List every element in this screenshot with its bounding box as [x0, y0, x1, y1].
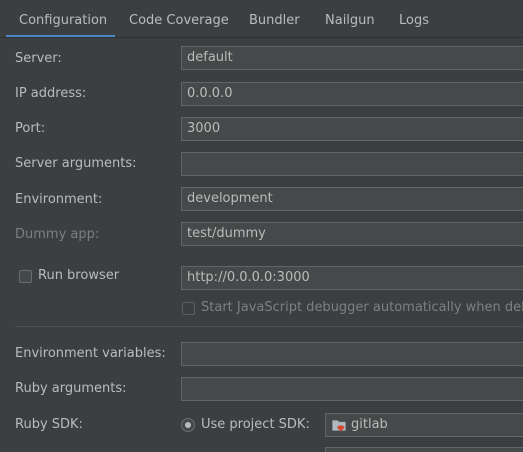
- js-debugger-label: Start JavaScript debugger automatically …: [201, 300, 523, 315]
- port-label: Port:: [15, 121, 46, 136]
- server-arguments-label: Server arguments:: [15, 156, 137, 171]
- server-label: Server:: [15, 51, 62, 66]
- tab-bar: Configuration Code Coverage Bundler Nail…: [0, 0, 523, 38]
- tab-bar-border: [0, 37, 523, 38]
- environment-field[interactable]: development: [181, 187, 523, 211]
- use-project-sdk-label: Use project SDK:: [201, 417, 310, 432]
- tab-bundler[interactable]: Bundler: [249, 0, 300, 38]
- ruby-folder-icon: [332, 419, 346, 431]
- tab-nailgun[interactable]: Nailgun: [325, 0, 375, 38]
- environment-variables-field[interactable]: [181, 342, 523, 366]
- run-browser-checkbox[interactable]: [19, 270, 32, 283]
- dummy-app-label: Dummy app:: [15, 227, 100, 242]
- run-configuration-panel: Configuration Code Coverage Bundler Nail…: [0, 0, 523, 452]
- server-field[interactable]: default: [181, 46, 523, 70]
- use-project-sdk-radio[interactable]: [181, 418, 195, 432]
- ip-address-field[interactable]: 0.0.0.0: [181, 82, 523, 106]
- next-field-partial: [325, 447, 523, 452]
- ruby-arguments-field[interactable]: [181, 377, 523, 401]
- run-browser-label: Run browser: [38, 268, 120, 283]
- tab-configuration[interactable]: Configuration: [6, 0, 115, 38]
- ruby-sdk-label: Ruby SDK:: [15, 417, 83, 432]
- sdk-name: gitlab: [351, 417, 388, 432]
- section-separator: [15, 326, 523, 327]
- project-sdk-selector[interactable]: gitlab: [325, 413, 523, 437]
- port-field[interactable]: 3000: [181, 117, 523, 141]
- tab-code-coverage[interactable]: Code Coverage: [129, 0, 229, 38]
- js-debugger-checkbox[interactable]: [182, 302, 195, 315]
- tab-logs[interactable]: Logs: [399, 0, 429, 38]
- environment-label: Environment:: [15, 192, 103, 207]
- browser-url-field[interactable]: http://0.0.0.0:3000: [181, 266, 523, 290]
- ip-address-label: IP address:: [15, 86, 87, 101]
- radio-selected-dot: [185, 422, 191, 428]
- server-arguments-field[interactable]: [181, 152, 523, 176]
- ruby-arguments-label: Ruby arguments:: [15, 381, 127, 396]
- environment-variables-label: Environment variables:: [15, 346, 166, 361]
- dummy-app-field[interactable]: test/dummy: [181, 222, 523, 246]
